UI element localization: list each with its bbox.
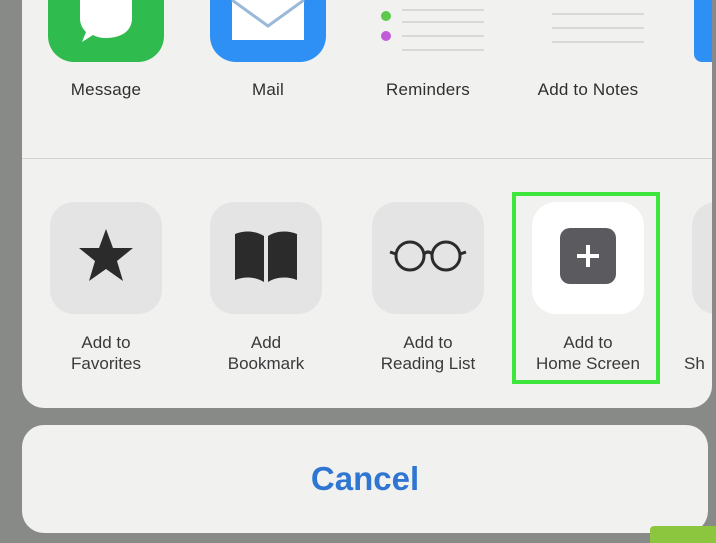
reminders-icon [372,0,488,67]
action-label-reading-list: Add to Reading List [380,333,476,373]
action-label-favorites: Add to Favorites [71,333,141,373]
glasses-icon [386,236,470,281]
watermark-logo [650,526,716,543]
app-mail[interactable] [210,0,326,62]
mail-icon [228,0,308,49]
star-icon [76,226,136,291]
app-label-mail: Mail [252,80,284,99]
app-label-reminders: Reminders [386,80,470,99]
book-icon [231,228,301,289]
app-message[interactable] [48,0,164,62]
cancel-label: Cancel [310,460,420,497]
action-add-reading-list[interactable] [372,202,484,314]
action-add-bookmark[interactable] [210,202,322,314]
message-icon [76,0,136,49]
action-label-bookmark: Add Bookmark [227,333,305,373]
action-label-share-partial: Sh [684,354,705,373]
action-add-favorites[interactable] [50,202,162,314]
app-label-notes: Add to Notes [537,80,639,99]
cancel-button[interactable]: Cancel [22,425,708,533]
app-notes[interactable] [532,0,648,62]
share-apps-row: Message Mail Reminders Add to Notes [22,0,712,158]
notes-icon [532,0,648,67]
app-reminders[interactable] [372,0,488,62]
row-divider [22,158,712,159]
action-share-partial[interactable] [692,202,712,314]
highlight-box [512,192,660,384]
app-label-message: Message [70,80,142,99]
app-partial[interactable] [694,0,712,62]
